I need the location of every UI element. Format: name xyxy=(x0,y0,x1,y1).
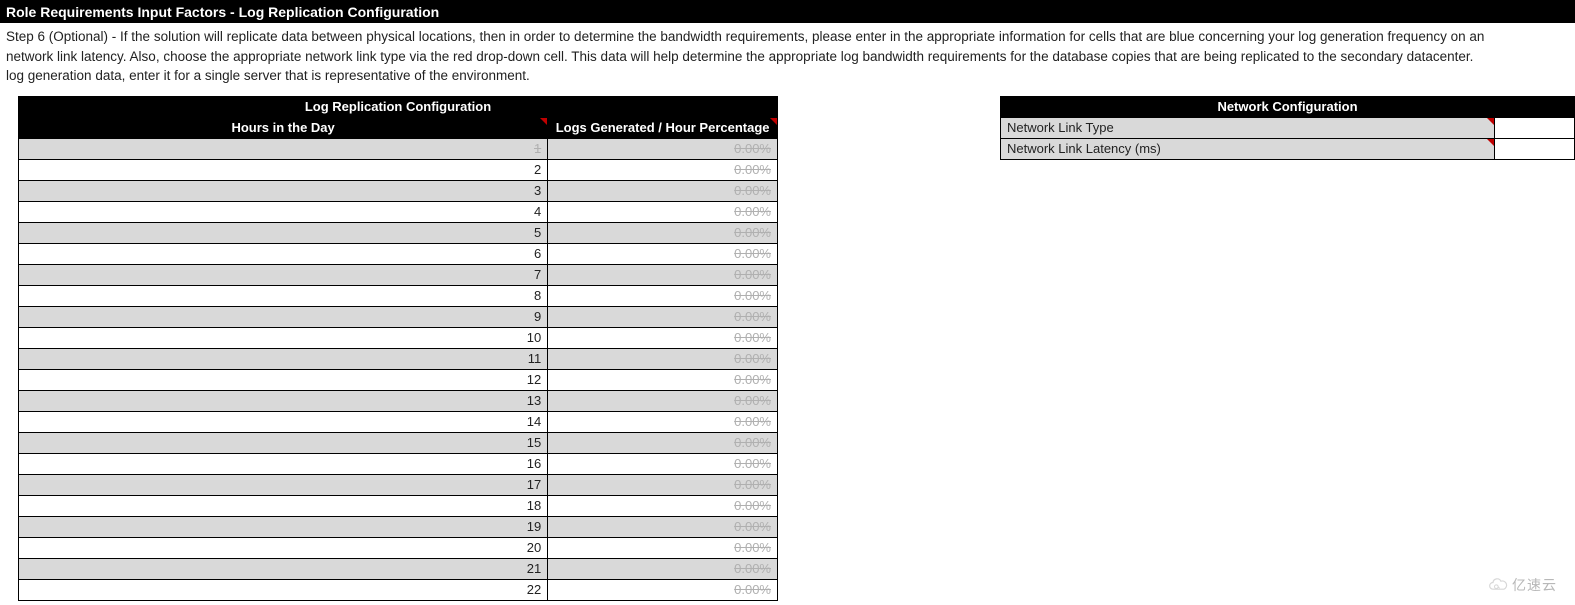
pct-cell[interactable]: 0.00% xyxy=(548,180,778,201)
network-config-table: Network Configuration Network Link TypeN… xyxy=(1000,96,1575,160)
pct-cell[interactable]: 0.00% xyxy=(548,306,778,327)
hour-cell[interactable]: 2 xyxy=(19,159,548,180)
net-link-latency-input[interactable] xyxy=(1495,138,1575,159)
table-row: 130.00% xyxy=(19,390,778,411)
comment-indicator-icon[interactable] xyxy=(1487,139,1494,146)
hour-cell[interactable]: 1 xyxy=(19,138,548,159)
pct-cell[interactable]: 0.00% xyxy=(548,222,778,243)
table-row: 10.00% xyxy=(19,138,778,159)
pct-cell[interactable]: 0.00% xyxy=(548,369,778,390)
table-row: 50.00% xyxy=(19,222,778,243)
col-header-pct-label: Logs Generated / Hour Percentage xyxy=(556,120,770,135)
hour-cell[interactable]: 18 xyxy=(19,495,548,516)
hour-cell[interactable]: 22 xyxy=(19,579,548,600)
instruction-text: Step 6 (Optional) - If the solution will… xyxy=(0,23,1575,96)
hour-cell[interactable]: 12 xyxy=(19,369,548,390)
hour-cell[interactable]: 5 xyxy=(19,222,548,243)
table-row: 30.00% xyxy=(19,180,778,201)
hour-cell[interactable]: 4 xyxy=(19,201,548,222)
col-header-pct: Logs Generated / Hour Percentage xyxy=(548,117,778,138)
net-table-title: Network Configuration xyxy=(1001,96,1575,117)
pct-cell[interactable]: 0.00% xyxy=(548,159,778,180)
hour-cell[interactable]: 8 xyxy=(19,285,548,306)
col-header-hours-label: Hours in the Day xyxy=(231,120,334,135)
table-row: 180.00% xyxy=(19,495,778,516)
table-row: Network Link Latency (ms) xyxy=(1001,138,1575,159)
pct-cell[interactable]: 0.00% xyxy=(548,453,778,474)
hour-cell[interactable]: 20 xyxy=(19,537,548,558)
watermark: 亿速云 xyxy=(1488,575,1557,595)
hour-cell[interactable]: 13 xyxy=(19,390,548,411)
instruction-line-2: network link latency. Also, choose the a… xyxy=(6,49,1473,64)
table-row: 20.00% xyxy=(19,159,778,180)
pct-cell[interactable]: 0.00% xyxy=(548,201,778,222)
net-label-cell: Network Link Latency (ms) xyxy=(1001,138,1495,159)
instruction-line-1: Step 6 (Optional) - If the solution will… xyxy=(6,29,1484,44)
pct-cell[interactable]: 0.00% xyxy=(548,537,778,558)
table-row: 100.00% xyxy=(19,327,778,348)
pct-cell[interactable]: 0.00% xyxy=(548,390,778,411)
hour-cell[interactable]: 9 xyxy=(19,306,548,327)
hour-cell[interactable]: 15 xyxy=(19,432,548,453)
table-row: 220.00% xyxy=(19,579,778,600)
table-row: 120.00% xyxy=(19,369,778,390)
table-row: 170.00% xyxy=(19,474,778,495)
pct-cell[interactable]: 0.00% xyxy=(548,432,778,453)
hour-cell[interactable]: 10 xyxy=(19,327,548,348)
table-row: 60.00% xyxy=(19,243,778,264)
net-link-type-input[interactable] xyxy=(1495,117,1575,138)
watermark-text: 亿速云 xyxy=(1512,575,1557,595)
instruction-line-3: log generation data, enter it for a sing… xyxy=(6,68,530,83)
hour-cell[interactable]: 19 xyxy=(19,516,548,537)
table-row: Network Link Type xyxy=(1001,117,1575,138)
pct-cell[interactable]: 0.00% xyxy=(548,474,778,495)
log-replication-table: Log Replication Configuration Hours in t… xyxy=(18,96,778,601)
table-row: 90.00% xyxy=(19,306,778,327)
log-table-title: Log Replication Configuration xyxy=(19,96,778,117)
table-row: 140.00% xyxy=(19,411,778,432)
col-header-hours: Hours in the Day xyxy=(19,117,548,138)
pct-cell[interactable]: 0.00% xyxy=(548,348,778,369)
pct-cell[interactable]: 0.00% xyxy=(548,495,778,516)
pct-cell[interactable]: 0.00% xyxy=(548,264,778,285)
table-row: 40.00% xyxy=(19,201,778,222)
table-row: 200.00% xyxy=(19,537,778,558)
table-row: 80.00% xyxy=(19,285,778,306)
pct-cell[interactable]: 0.00% xyxy=(548,285,778,306)
cloud-icon xyxy=(1488,577,1508,593)
hour-cell[interactable]: 14 xyxy=(19,411,548,432)
net-label-cell: Network Link Type xyxy=(1001,117,1495,138)
pct-cell[interactable]: 0.00% xyxy=(548,579,778,600)
hour-cell[interactable]: 3 xyxy=(19,180,548,201)
comment-indicator-icon[interactable] xyxy=(770,118,777,125)
pct-cell[interactable]: 0.00% xyxy=(548,516,778,537)
pct-cell[interactable]: 0.00% xyxy=(548,243,778,264)
comment-indicator-icon[interactable] xyxy=(540,118,547,125)
hour-cell[interactable]: 7 xyxy=(19,264,548,285)
section-title: Role Requirements Input Factors - Log Re… xyxy=(0,2,1575,23)
pct-cell[interactable]: 0.00% xyxy=(548,327,778,348)
hour-cell[interactable]: 11 xyxy=(19,348,548,369)
table-row: 70.00% xyxy=(19,264,778,285)
pct-cell[interactable]: 0.00% xyxy=(548,411,778,432)
hour-cell[interactable]: 17 xyxy=(19,474,548,495)
table-row: 110.00% xyxy=(19,348,778,369)
hour-cell[interactable]: 16 xyxy=(19,453,548,474)
pct-cell[interactable]: 0.00% xyxy=(548,138,778,159)
table-row: 160.00% xyxy=(19,453,778,474)
table-row: 150.00% xyxy=(19,432,778,453)
hour-cell[interactable]: 6 xyxy=(19,243,548,264)
table-row: 210.00% xyxy=(19,558,778,579)
comment-indicator-icon[interactable] xyxy=(1487,118,1494,125)
pct-cell[interactable]: 0.00% xyxy=(548,558,778,579)
hour-cell[interactable]: 21 xyxy=(19,558,548,579)
table-row: 190.00% xyxy=(19,516,778,537)
